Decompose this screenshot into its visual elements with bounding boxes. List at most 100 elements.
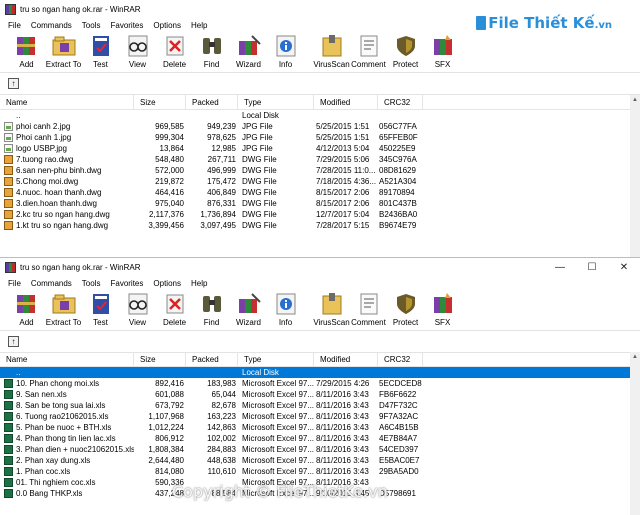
- virusscan-button[interactable]: VirusScan: [313, 292, 350, 330]
- scroll-up-arrow-icon[interactable]: ▲: [630, 95, 640, 105]
- add-button[interactable]: Add: [8, 292, 45, 330]
- wizard-icon: [236, 34, 262, 58]
- file-row[interactable]: 7.tuong rao.dwg 548,480 267,711 DWG File 7/2…: [0, 154, 630, 165]
- column-header-type[interactable]: Type: [238, 95, 314, 109]
- menu-file[interactable]: File: [3, 19, 26, 33]
- vertical-scrollbar[interactable]: ▲: [630, 95, 640, 257]
- extract-to-button[interactable]: Extract To: [45, 34, 82, 72]
- menu-favorites[interactable]: Favorites: [105, 19, 148, 33]
- file-type: DWG File: [242, 188, 277, 197]
- file-row[interactable]: 1.kt tru so ngan hang.dwg 3,399,456 3,097,…: [0, 220, 630, 231]
- toolbar: Add Extract To Test View Delete Find Wizard Inf…: [0, 291, 640, 331]
- column-header-name[interactable]: Name: [0, 95, 134, 109]
- file-name: 4. Phan thong tin lien lac.xls: [16, 434, 116, 443]
- menu-tools[interactable]: Tools: [77, 277, 106, 291]
- list-header: Name Size Packed Type Modified CRC32: [0, 352, 630, 367]
- view-button[interactable]: View: [119, 292, 156, 330]
- file-type: Microsoft Excel 97...: [242, 456, 314, 465]
- protect-button[interactable]: Protect: [387, 34, 424, 72]
- maximize-button[interactable]: ☐: [576, 258, 608, 277]
- file-row[interactable]: 2.kc tru so ngan hang.dwg 2,117,376 1,736,…: [0, 209, 630, 220]
- file-row[interactable]: 2. Phan xay dung.xls 2,644,480 448,638 Micr…: [0, 455, 630, 466]
- parent-folder-row[interactable]: .. Local Disk: [0, 110, 630, 121]
- menu-options[interactable]: Options: [148, 277, 186, 291]
- file-row[interactable]: 10. Phan chong moi.xls 892,416 183,983 Micr…: [0, 378, 630, 389]
- file-row[interactable]: 3.dien.hoan thanh.dwg 975,040 876,331 DWG F…: [0, 198, 630, 209]
- menu-options[interactable]: Options: [148, 19, 186, 33]
- title-bar[interactable]: tru so ngan hang ok.rar - WinRAR — ☐ ✕: [0, 258, 640, 277]
- file-type: Microsoft Excel 97...: [242, 379, 314, 388]
- scroll-up-arrow-icon[interactable]: ▲: [630, 352, 640, 362]
- winrar-window-top: tru so ngan hang ok.rar - WinRAR File Th…: [0, 0, 640, 257]
- info-button[interactable]: Info: [267, 292, 304, 330]
- close-button[interactable]: ✕: [608, 258, 640, 277]
- packed-size: 110,610: [207, 467, 236, 476]
- up-folder-button[interactable]: ↑: [8, 78, 19, 89]
- column-header-modified[interactable]: Modified: [314, 352, 378, 366]
- file-row[interactable]: Phoi canh 1.jpg 999,304 978,625 JPG File 5/2…: [0, 132, 630, 143]
- extract-to-button[interactable]: Extract To: [45, 292, 82, 330]
- file-row[interactable]: 6.san nen-phu binh.dwg 572,000 496,999 DWG …: [0, 165, 630, 176]
- find-button[interactable]: Find: [193, 292, 230, 330]
- menu-help[interactable]: Help: [186, 19, 212, 33]
- column-header-name[interactable]: Name: [0, 352, 134, 366]
- file-size: 601,088: [155, 390, 184, 399]
- vertical-scrollbar[interactable]: ▲: [630, 352, 640, 515]
- file-row[interactable]: 3. Phan dien + nuoc21062015.xls 1,808,384…: [0, 444, 630, 455]
- file-name: 3. Phan dien + nuoc21062015.xls: [16, 445, 134, 454]
- column-header-type[interactable]: Type: [238, 352, 314, 366]
- parent-folder-row[interactable]: .. Local Disk: [0, 367, 630, 378]
- add-button[interactable]: Add: [8, 34, 45, 72]
- sfx-button[interactable]: SFX: [424, 34, 461, 72]
- file-row[interactable]: 4. Phan thong tin lien lac.xls 806,912 102…: [0, 433, 630, 444]
- sfx-button[interactable]: SFX: [424, 292, 461, 330]
- menu-tools[interactable]: Tools: [77, 19, 106, 33]
- wizard-button[interactable]: Wizard: [230, 34, 267, 72]
- comment-button[interactable]: Comment: [350, 292, 387, 330]
- virusscan-button[interactable]: VirusScan: [313, 34, 350, 72]
- file-row[interactable]: 1. Phan coc.xls 814,080 110,610 Microsoft E…: [0, 466, 630, 477]
- menu-help[interactable]: Help: [186, 277, 212, 291]
- delete-button[interactable]: Delete: [156, 34, 193, 72]
- column-header-size[interactable]: Size: [134, 352, 186, 366]
- file-row[interactable]: 4.nuoc. hoan thanh.dwg 464,416 406,849 DWG …: [0, 187, 630, 198]
- protect-shield-icon: [393, 34, 419, 58]
- extract-folder-icon: [51, 292, 77, 316]
- file-type: DWG File: [242, 210, 277, 219]
- test-book-icon: [88, 34, 114, 58]
- test-button[interactable]: Test: [82, 292, 119, 330]
- toolbar-label: Delete: [162, 60, 187, 69]
- file-row[interactable]: 5.Chong moi.dwg 219,872 175,472 DWG File 7/1…: [0, 176, 630, 187]
- column-header-packed[interactable]: Packed: [186, 95, 238, 109]
- info-button[interactable]: Info: [267, 34, 304, 72]
- xls-file-icon: [4, 445, 13, 454]
- menu-commands[interactable]: Commands: [26, 277, 77, 291]
- wizard-button[interactable]: Wizard: [230, 292, 267, 330]
- path-bar: ↑: [0, 73, 640, 95]
- delete-button[interactable]: Delete: [156, 292, 193, 330]
- column-header-crc32[interactable]: CRC32: [378, 352, 423, 366]
- menu-favorites[interactable]: Favorites: [105, 277, 148, 291]
- test-button[interactable]: Test: [82, 34, 119, 72]
- menu-commands[interactable]: Commands: [26, 19, 77, 33]
- file-type: Microsoft Excel 97...: [242, 423, 314, 432]
- file-row[interactable]: logo USBP.jpg 13,864 12,985 JPG File 4/12/20…: [0, 143, 630, 154]
- file-row[interactable]: 5. Phan be nuoc + BTH.xls 1,012,224 142,86…: [0, 422, 630, 433]
- column-header-modified[interactable]: Modified: [314, 95, 378, 109]
- menu-file[interactable]: File: [3, 277, 26, 291]
- comment-button[interactable]: Comment: [350, 34, 387, 72]
- column-header-packed[interactable]: Packed: [186, 352, 238, 366]
- file-row[interactable]: 9. San nen.xls 601,088 65,044 Microsoft Exc…: [0, 389, 630, 400]
- toolbar-label: VirusScan: [313, 318, 350, 327]
- file-name: 8. San be tong sua lai.xls: [16, 401, 106, 410]
- minimize-button[interactable]: —: [544, 258, 576, 277]
- column-header-size[interactable]: Size: [134, 95, 186, 109]
- file-row[interactable]: phoi canh 2.jpg 969,585 949,239 JPG File 5/2…: [0, 121, 630, 132]
- view-button[interactable]: View: [119, 34, 156, 72]
- file-row[interactable]: 6. Tuong rao21062015.xls 1,107,968 163,223…: [0, 411, 630, 422]
- protect-button[interactable]: Protect: [387, 292, 424, 330]
- up-folder-button[interactable]: ↑: [8, 336, 19, 347]
- find-button[interactable]: Find: [193, 34, 230, 72]
- file-row[interactable]: 8. San be tong sua lai.xls 673,792 82,678 M…: [0, 400, 630, 411]
- column-header-crc32[interactable]: CRC32: [378, 95, 423, 109]
